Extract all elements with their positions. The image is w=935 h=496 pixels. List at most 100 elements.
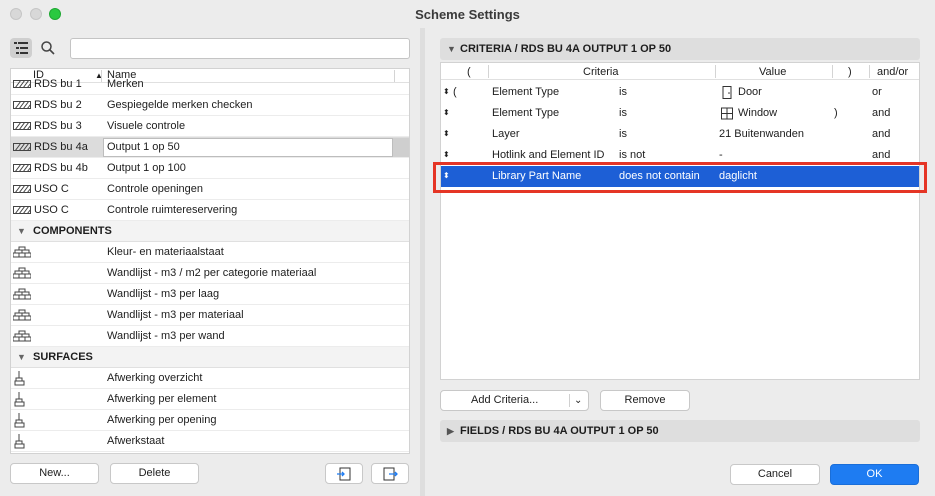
item-id: RDS bu 4b xyxy=(34,162,88,174)
criteria-table: ( Criteria Value ) and/or ⬍ ( Element Ty… xyxy=(440,62,920,380)
group-components[interactable]: ▼ COMPONENTS xyxy=(11,221,409,242)
list-item[interactable]: Afwerking overzicht xyxy=(11,368,409,389)
drag-handle-icon[interactable]: ⬍ xyxy=(443,108,450,117)
item-name: Afwerking per opening xyxy=(107,414,217,426)
split-view-divider[interactable] xyxy=(420,28,425,496)
criteria-operator[interactable]: is xyxy=(619,107,627,119)
list-item[interactable]: Afwerkstaat xyxy=(11,431,409,452)
search-icon[interactable] xyxy=(40,40,56,56)
criteria-name[interactable]: Element Type xyxy=(492,86,559,98)
item-id: RDS bu 1 xyxy=(34,78,82,90)
criteria-name[interactable]: Layer xyxy=(492,128,520,140)
export-button[interactable] xyxy=(371,463,409,484)
group-surfaces[interactable]: ▼ SURFACES xyxy=(11,347,409,368)
andor-value[interactable]: or xyxy=(872,86,882,98)
criteria-column-header: Criteria xyxy=(583,66,619,78)
item-name: Wandlijst - m3 per materiaal xyxy=(107,309,244,321)
list-item[interactable]: Kleur- en materiaalstaat xyxy=(11,242,409,263)
disclosure-triangle-icon[interactable]: ▼ xyxy=(447,44,456,54)
list-item[interactable]: USO C Controle ruimtereservering xyxy=(11,200,409,221)
andor-value[interactable]: and xyxy=(872,149,890,161)
popup-divider xyxy=(569,394,570,407)
criteria-title: CRITERIA / RDS BU 4A OUTPUT 1 OP 50 xyxy=(460,43,672,55)
add-criteria-button[interactable]: Add Criteria... ⌄ xyxy=(440,390,589,411)
item-name: Afwerking per element xyxy=(107,393,217,405)
item-id: RDS bu 4a xyxy=(34,141,88,153)
chevron-down-icon[interactable]: ⌄ xyxy=(574,391,582,410)
close-paren[interactable]: ) xyxy=(834,107,838,119)
criteria-value[interactable]: - xyxy=(719,149,723,161)
criteria-name[interactable]: Hotlink and Element ID xyxy=(492,149,605,161)
tree-view-button[interactable] xyxy=(10,38,32,58)
criteria-operator[interactable]: is xyxy=(619,86,627,98)
list-item[interactable]: Wandlijst - m3 per wand xyxy=(11,326,409,347)
hatch-icon xyxy=(13,164,31,172)
cancel-button[interactable]: Cancel xyxy=(730,464,820,485)
item-name: Merken xyxy=(107,78,144,90)
titlebar: Scheme Settings xyxy=(0,0,935,28)
item-id: RDS bu 2 xyxy=(34,99,82,111)
criteria-operator[interactable]: is not xyxy=(619,149,645,161)
criteria-value[interactable]: 21 Buitenwanden xyxy=(719,128,804,140)
criteria-operator[interactable]: is xyxy=(619,128,627,140)
item-name: Controle openingen xyxy=(107,183,204,195)
disclosure-triangle-right-icon[interactable]: ▶ xyxy=(447,426,454,437)
window-icon xyxy=(721,107,733,120)
column-divider xyxy=(869,65,870,78)
item-id: USO C xyxy=(34,183,69,195)
criteria-value[interactable]: Door xyxy=(738,86,762,98)
item-name: Output 1 op 50 xyxy=(107,141,180,153)
list-item[interactable]: Wandlijst - m3 per laag xyxy=(11,284,409,305)
column-divider xyxy=(488,65,489,78)
criteria-row[interactable]: ⬍ Layer is 21 Buitenwanden and xyxy=(441,124,919,145)
list-item[interactable]: RDS bu 4b Output 1 op 100 xyxy=(11,158,409,179)
item-name: Afwerking overzicht xyxy=(107,372,203,384)
list-item[interactable]: RDS bu 2 Gespiegelde merken checken xyxy=(11,95,409,116)
disclosure-triangle-icon[interactable]: ▼ xyxy=(17,226,26,236)
list-item[interactable]: Afwerking per opening xyxy=(11,410,409,431)
criteria-name[interactable]: Element Type xyxy=(492,107,559,119)
criteria-section-header[interactable]: ▼ CRITERIA / RDS BU 4A OUTPUT 1 OP 50 xyxy=(440,38,920,60)
paint-brush-icon xyxy=(14,392,25,407)
criteria-table-header: ( Criteria Value ) and/or xyxy=(441,63,919,80)
window-title: Scheme Settings xyxy=(415,7,520,22)
andor-value[interactable]: and xyxy=(872,128,890,140)
list-item[interactable]: RDS bu 1 Merken xyxy=(11,74,409,95)
ok-button[interactable]: OK xyxy=(830,464,919,485)
criteria-row[interactable]: ⬍ ( Element Type is Door or xyxy=(441,82,919,103)
fields-section-header[interactable]: ▶ FIELDS / RDS BU 4A OUTPUT 1 OP 50 xyxy=(440,420,920,442)
new-button[interactable]: New... xyxy=(10,463,99,484)
andor-value[interactable]: and xyxy=(872,107,890,119)
list-item[interactable]: RDS bu 3 Visuele controle xyxy=(11,116,409,137)
scheme-list: ID ▲ Name RDS bu 1 Merken RDS bu 2 Gespi… xyxy=(10,68,410,454)
fields-title: FIELDS / RDS BU 4A OUTPUT 1 OP 50 xyxy=(460,425,659,437)
brick-wall-icon xyxy=(13,288,31,300)
disclosure-triangle-icon[interactable]: ▼ xyxy=(17,352,26,362)
brick-wall-icon xyxy=(13,267,31,279)
list-item[interactable]: Wandlijst - m3 / m2 per categorie materi… xyxy=(11,263,409,284)
list-item[interactable]: Afwerking per element xyxy=(11,389,409,410)
criteria-row[interactable]: ⬍ Element Type is Window ) and xyxy=(441,103,919,124)
item-name: Output 1 op 100 xyxy=(107,162,186,174)
list-item-selected[interactable]: RDS bu 4a Output 1 op 50 xyxy=(11,137,409,158)
item-name: Controle ruimtereservering xyxy=(107,204,238,216)
open-paren-column-header: ( xyxy=(467,66,471,78)
import-icon xyxy=(337,467,351,481)
criteria-value[interactable]: Window xyxy=(738,107,777,119)
close-paren-column-header: ) xyxy=(848,66,852,78)
item-name: Wandlijst - m3 / m2 per categorie materi… xyxy=(107,267,317,279)
remove-button[interactable]: Remove xyxy=(600,390,690,411)
drag-handle-icon[interactable]: ⬍ xyxy=(443,150,450,159)
import-button[interactable] xyxy=(325,463,363,484)
search-input[interactable] xyxy=(70,38,410,59)
paint-brush-icon xyxy=(14,434,25,449)
item-name: Visuele controle xyxy=(107,120,186,132)
drag-handle-icon[interactable]: ⬍ xyxy=(443,129,450,138)
open-paren[interactable]: ( xyxy=(453,86,457,98)
drag-handle-icon[interactable]: ⬍ xyxy=(443,87,450,96)
delete-button[interactable]: Delete xyxy=(110,463,199,484)
paint-brush-icon xyxy=(14,413,25,428)
list-item[interactable]: Wandlijst - m3 per materiaal xyxy=(11,305,409,326)
door-icon xyxy=(722,86,732,99)
list-item[interactable]: USO C Controle openingen xyxy=(11,179,409,200)
